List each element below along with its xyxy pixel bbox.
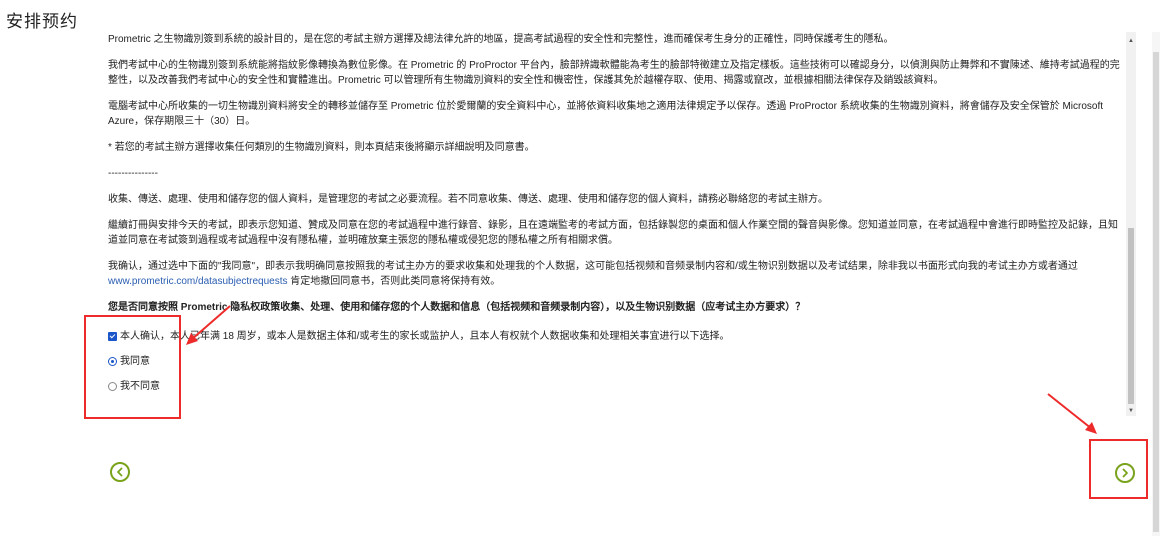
consent-paragraph: 我們考試中心的生物識別簽到系統能將指紋影像轉換為數位影像。在 Prometric… bbox=[108, 60, 1120, 86]
age-confirm-label: 本人确认，本人已年满 18 周岁，或本人是数据主体和/或考生的家长或监护人，且本… bbox=[120, 331, 730, 342]
scroll-up-arrow-icon[interactable]: ▲ bbox=[1126, 36, 1136, 46]
consent-text: 我确认，通过选中下面的"我同意"，即表示我明确同意按照我的考试主办方的要求收集和… bbox=[108, 261, 1078, 272]
scrollbar-thumb[interactable] bbox=[1128, 228, 1134, 404]
page-scrollbar-thumb[interactable] bbox=[1153, 52, 1159, 532]
chevron-left-icon bbox=[117, 467, 123, 477]
consent-paragraph: 我确认，通过选中下面的"我同意"，即表示我明确同意按照我的考试主办方的要求收集和… bbox=[108, 259, 1124, 289]
consent-paragraph: 收集、傳送、處理、使用和儲存您的個人資料，是管理您的考試之必要流程。若不同意收集… bbox=[108, 194, 828, 205]
annotation-box-next-button bbox=[1089, 439, 1148, 499]
consent-paragraph: 繼續訂冊與安排今天的考試，即表示您知道、贊成及同意在您的考試過程中進行錄音、錄影… bbox=[108, 220, 1118, 246]
scroll-down-arrow-icon[interactable]: ▼ bbox=[1126, 406, 1136, 416]
annotation-box-consent-options bbox=[84, 315, 181, 419]
page-scrollbar[interactable] bbox=[1152, 32, 1160, 536]
consent-paragraph: 電腦考試中心所收集的一切生物識別資料將安全的轉移並儲存至 Prometric 位… bbox=[108, 101, 1104, 127]
consent-scroll-pane[interactable]: Prometric 之生物識別簽到系統的設計目的，是在您的考試主辦方選擇及總法律… bbox=[108, 32, 1124, 420]
separator-line: --------------- bbox=[108, 168, 158, 179]
consent-paragraph: * 若您的考試主辦方選擇收集任何類別的生物識別資料，則本頁結束後將顯示詳細說明及… bbox=[108, 142, 535, 153]
agree-option[interactable]: 我同意 bbox=[108, 354, 1124, 369]
consent-question: 您是否同意按照 Prometric 隐私权政策收集、处理、使用和储存您的个人数据… bbox=[108, 302, 806, 313]
previous-button[interactable] bbox=[110, 462, 130, 482]
data-subject-requests-link[interactable]: www.prometric.com/datasubjectrequests bbox=[108, 276, 288, 287]
consent-text: 肯定地撤回同意书，否则此类同意将保持有效。 bbox=[287, 276, 501, 287]
age-confirm-checkbox-row[interactable]: 本人确认，本人已年满 18 周岁，或本人是数据主体和/或考生的家长或监护人，且本… bbox=[108, 329, 1124, 344]
content-scrollbar[interactable]: ▲ ▼ bbox=[1126, 32, 1136, 416]
page-title: 安排预约 bbox=[6, 12, 78, 31]
disagree-option[interactable]: 我不同意 bbox=[108, 379, 1124, 394]
consent-paragraph: Prometric 之生物識別簽到系統的設計目的，是在您的考試主辦方選擇及總法律… bbox=[108, 34, 894, 45]
